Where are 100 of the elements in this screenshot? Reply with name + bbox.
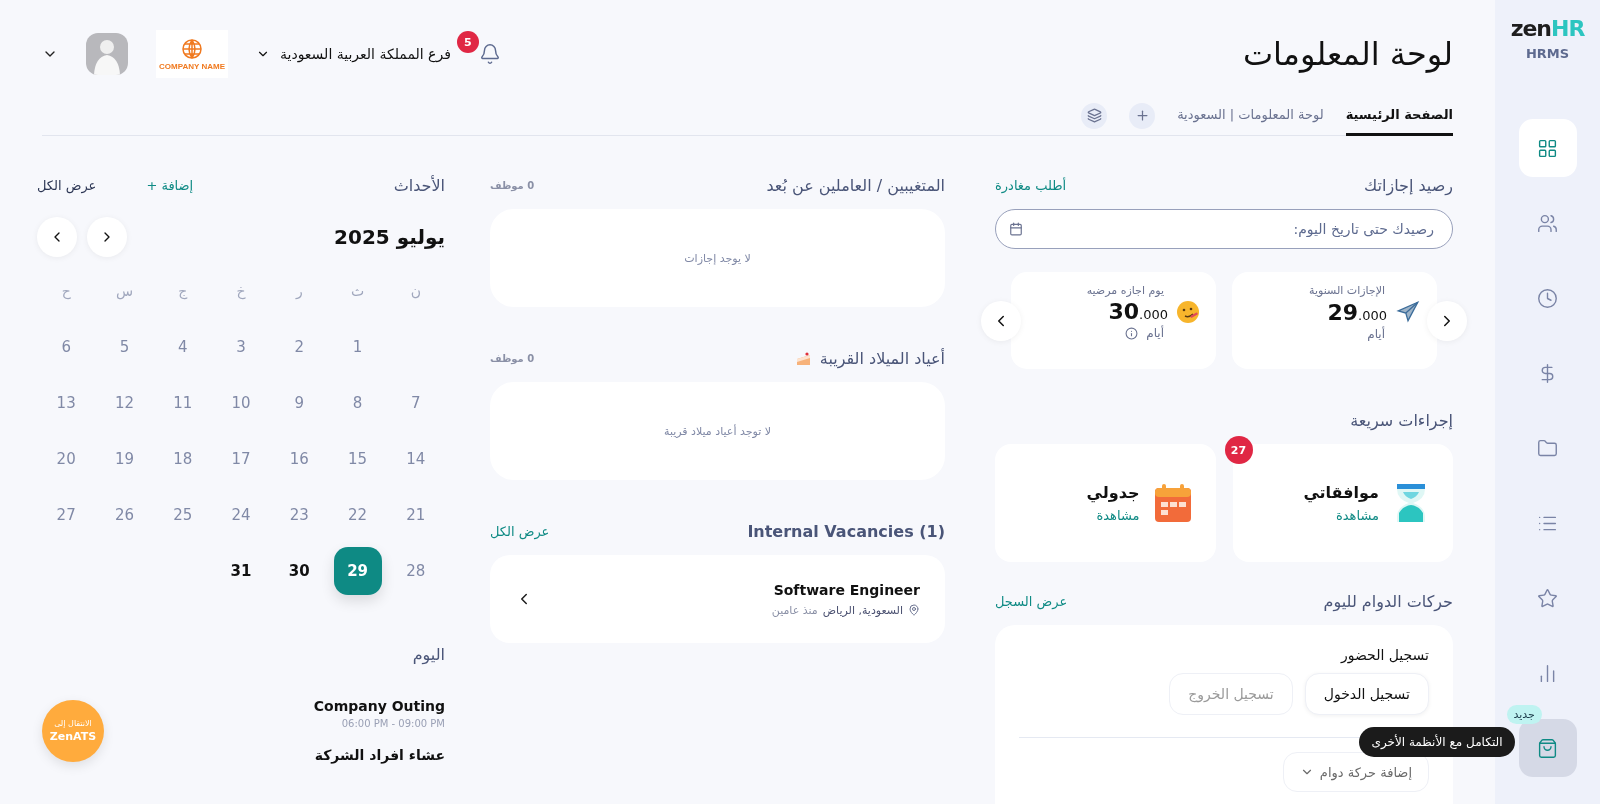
cake-icon [795,351,812,366]
calendar-day[interactable]: 23 [275,491,324,539]
calendar-day[interactable]: 2 [275,323,324,371]
calendar-day[interactable]: 19 [100,435,149,483]
calendar-day[interactable]: 3 [217,323,265,371]
weekday-label: ن [410,283,421,301]
calendar-icon [1009,222,1023,236]
info-icon[interactable] [1125,326,1139,340]
clock-icon [1537,287,1558,309]
vacancy-age: منذ عامين [771,603,818,617]
calendar-day[interactable]: 25 [158,491,207,539]
empty-message: لا توجد أعياد ميلاد قريبة [664,424,772,438]
date-field[interactable]: رصيدك حتى تاريخ اليوم: [995,209,1453,249]
calendar-day[interactable]: 22 [333,491,382,539]
add-event-link[interactable]: إضافة + [146,178,194,193]
month-label: يوليو 2025 [334,225,445,249]
branch-selector[interactable]: فرع المملكة العربية السعودية [256,46,451,62]
calendar-day[interactable]: 11 [158,379,207,427]
calendar-day[interactable]: 12 [100,379,149,427]
employee-count: 0 موظف [490,353,535,364]
view-link[interactable]: مشاهدة [1086,508,1140,523]
calendar-day[interactable]: 8 [333,379,382,427]
weekday-label: ر [295,283,303,301]
view-link[interactable]: مشاهدة [1303,508,1379,523]
dashboard-icon [1537,137,1558,159]
tab[interactable]: لوحة المعلومات | السعودية [1177,95,1324,136]
notification-count: 5 [456,31,479,53]
location-pin-icon [908,604,920,616]
weekday-label: س [115,283,133,302]
section-title: Internal Vacancies (1) [747,522,945,541]
weekday-label: ث [351,283,365,301]
calendar-day[interactable]: 7 [391,379,440,427]
quick-action-title: جدولي [1086,483,1140,502]
calendar-day[interactable]: 31 [217,547,265,595]
view-all-link[interactable]: عرض الكل [37,178,97,193]
calendar-day[interactable]: 17 [217,435,265,483]
quick-action-card[interactable]: جدولي مشاهدة [995,444,1216,562]
calendar-day[interactable]: 26 [100,491,149,539]
calendar-day[interactable]: 14 [391,435,440,483]
balance-value: 30.000 [1108,299,1168,324]
section-title: المتغيبين / العاملين عن بُعد [766,176,945,195]
balance-unit: أيام [1146,326,1164,340]
plus-icon [1134,108,1150,123]
request-leave-link[interactable]: أطلب مغادرة [995,178,1067,193]
calendar-day[interactable]: 30 [275,547,324,595]
next-button[interactable] [1427,300,1467,341]
previous-button[interactable] [981,300,1021,341]
balance-label: الإجازات السنوية [1309,284,1385,297]
section-title: إجراءات سريعة [1350,411,1453,430]
new-badge: جديد [1506,705,1542,724]
calendar-day[interactable]: 4 [158,323,207,371]
calendar-day[interactable]: 20 [42,435,91,483]
section-title: رصيد إجازاتك [1364,176,1453,195]
calendar-day[interactable]: 9 [275,379,324,427]
vacancy-location: السعودية, الرياض [822,603,903,617]
weekday-label: ج [178,283,188,302]
calendar-day[interactable]: 15 [333,435,382,483]
add-attendance-dropdown[interactable]: إضافة حركة دوام [1282,752,1429,792]
calendar-day[interactable]: 18 [158,435,207,483]
calendar-day[interactable]: 1 [333,323,382,371]
company-name: COMPANY NAME [159,61,225,71]
count-badge: 27 [1224,436,1253,464]
avatar[interactable] [86,33,128,75]
event-title: Company Outing [313,698,445,714]
sidebar-item[interactable] [1518,119,1577,177]
calendar-day[interactable]: 5 [100,323,149,371]
calendar-day[interactable]: 27 [42,491,91,539]
calendar-day[interactable]: 28 [391,547,440,595]
view-log-link[interactable]: عرض السجل [995,594,1068,609]
calendar-day[interactable]: 21 [391,491,440,539]
view-all-link[interactable]: عرض الكل [490,524,550,539]
event-time: 06:00 PM - 09:00 PM [341,718,445,729]
balance-value: 29.000 [1327,299,1387,325]
sidebar-item[interactable] [1518,719,1577,777]
calendar-day[interactable]: 16 [275,435,324,483]
add-tab-button[interactable] [1129,102,1156,129]
balance-label: يوم اجازه مرضيه [1086,284,1164,297]
layers-button[interactable] [1081,102,1108,129]
calendar-day[interactable]: 6 [42,323,91,371]
balance-unit: أيام [1367,327,1385,341]
calendar-day[interactable]: 29 [333,547,382,595]
calendar-day[interactable]: 24 [217,491,265,539]
vacancy-title: Software Engineer [773,581,920,598]
section-title: الأحداث [393,176,445,195]
previous-month-button[interactable] [37,217,77,257]
next-month-button[interactable] [87,217,127,257]
calendar-day[interactable]: 13 [42,379,91,427]
tab[interactable]: الصفحة الرئيسية [1345,95,1453,136]
globe-icon [179,37,205,60]
notifications-button[interactable] [478,43,501,65]
calendar-day[interactable]: 10 [217,379,265,427]
event-title: عشاء افراد الشركة [314,747,445,763]
check-in-button[interactable]: تسجيل الدخول [1304,673,1429,715]
page-title: لوحة المعلومات [1242,35,1453,73]
shopping-bag-icon [1537,737,1558,759]
brand-logo: zenHR [1510,18,1585,40]
weekday-label: ح [61,283,71,302]
star-icon [1537,587,1558,609]
employee-count: 0 موظف [490,180,535,191]
calendar-icon [1153,483,1192,523]
